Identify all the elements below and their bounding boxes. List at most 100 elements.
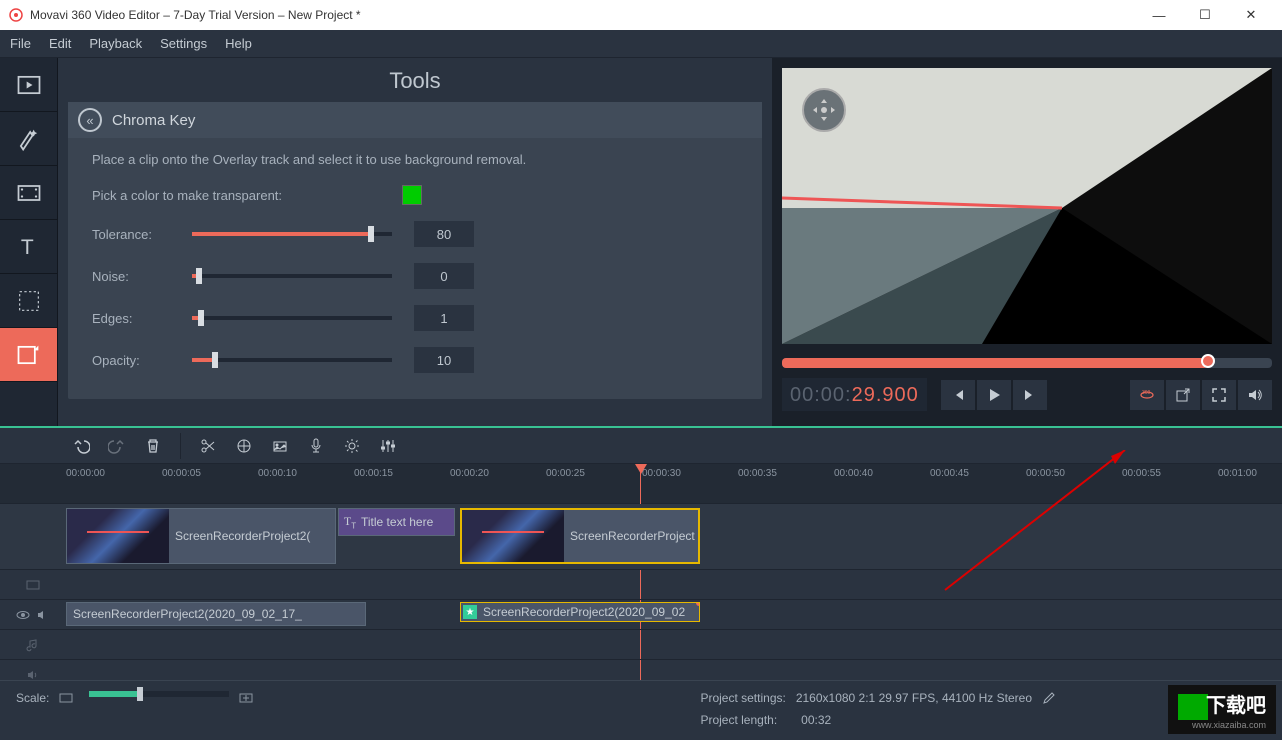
delete-button[interactable] [136,431,170,461]
menu-settings[interactable]: Settings [160,36,207,51]
tool-titles[interactable]: T [0,220,57,274]
undo-button[interactable] [64,431,98,461]
panel-name: Chroma Key [112,112,195,129]
redo-button[interactable] [100,431,134,461]
project-settings-label: Project settings: [700,691,785,705]
project-settings-value: 2160x1080 2:1 29.97 FPS, 44100 Hz Stereo [796,691,1032,705]
ruler-mark: 00:00:15 [354,468,393,479]
equalizer-button[interactable] [371,431,405,461]
noise-slider[interactable] [192,274,392,278]
menu-file[interactable]: File [10,36,31,51]
clip-properties-button[interactable] [335,431,369,461]
rotate-button[interactable] [227,431,261,461]
360-view-button[interactable]: 360 [1130,380,1164,410]
timeline-toolbar [0,426,1282,464]
overlay-clip-1[interactable]: ScreenRecorderProject2( [66,508,336,564]
ruler-mark: 00:00:40 [834,468,873,479]
timecode: 00:00:29.900 [782,378,927,411]
film-strip-icon [26,578,40,592]
app-logo-icon [8,7,24,23]
preview-panel: 00:00:29.900 360 [772,58,1282,426]
split-button[interactable] [191,431,225,461]
ruler-mark: 00:00:30 [642,468,681,479]
opacity-value[interactable]: 10 [414,347,474,373]
noise-value[interactable]: 0 [414,263,474,289]
ruler-mark: 00:00:00 [66,468,105,479]
title-clip[interactable]: TT Title text here [338,508,455,536]
ruler-mark: 00:00:55 [1122,468,1161,479]
maximize-button[interactable]: ☐ [1182,0,1228,30]
360-nav-control[interactable] [802,88,846,132]
preview-screen[interactable] [782,68,1272,344]
tolerance-label: Tolerance: [92,227,192,242]
zoom-in-icon[interactable] [239,691,255,705]
overlay-clip-2[interactable]: ★ ScreenRecorderProject [460,508,700,564]
chroma-description: Place a clip onto the Overlay track and … [92,152,738,167]
clip-label: ScreenRecorderProject [570,529,695,543]
ruler-mark: 00:00:05 [162,468,201,479]
back-button[interactable]: « [78,108,102,132]
tools-panel: Tools « Chroma Key Place a clip onto the… [58,58,772,426]
speaker-icon[interactable] [36,608,50,622]
main-audio-clip[interactable]: ★ ScreenRecorderProject2(2020_09_02 [460,602,700,622]
menu-playback[interactable]: Playback [89,36,142,51]
clip-label: ScreenRecorderProject2(2020_09_02 [483,605,685,619]
next-frame-button[interactable] [1013,380,1047,410]
tolerance-value[interactable]: 80 [414,221,474,247]
tool-stickers[interactable] [0,274,57,328]
tool-more[interactable] [0,328,57,382]
crop-button[interactable] [263,431,297,461]
svg-text:360: 360 [1142,390,1151,396]
left-tool-strip: T [0,58,58,426]
minimize-button[interactable]: — [1136,0,1182,30]
timeline-ruler[interactable]: 00:00:00 00:00:05 00:00:10 00:00:15 00:0… [0,464,1282,504]
scale-slider[interactable] [89,691,229,697]
ruler-mark: 00:00:20 [450,468,489,479]
ruler-mark: 00:00:45 [930,468,969,479]
main-video-clip[interactable]: ScreenRecorderProject2(2020_09_02_17_ [66,602,366,626]
noise-label: Noise: [92,269,192,284]
play-button[interactable] [977,380,1011,410]
popout-button[interactable] [1166,380,1200,410]
preview-scrubber[interactable] [782,358,1272,368]
edges-slider[interactable] [192,316,392,320]
menu-edit[interactable]: Edit [49,36,71,51]
clip-label: ScreenRecorderProject2(2020_09_02_17_ [73,607,302,621]
zoom-out-icon[interactable] [59,691,75,705]
svg-text:T: T [20,236,33,259]
prev-frame-button[interactable] [941,380,975,410]
edges-value[interactable]: 1 [414,305,474,331]
ruler-mark: 00:00:10 [258,468,297,479]
fullscreen-button[interactable] [1202,380,1236,410]
statusbar: Scale: Project settings: 2160x1080 2:1 2… [0,680,1282,740]
scale-label: Scale: [16,691,49,705]
color-label: Pick a color to make transparent: [92,188,402,203]
edges-label: Edges: [92,311,192,326]
ruler-mark: 00:01:00 [1218,468,1257,479]
star-icon: ★ [463,605,477,619]
ruler-mark: 00:00:25 [546,468,585,479]
tool-filters[interactable] [0,112,57,166]
opacity-label: Opacity: [92,353,192,368]
tolerance-slider[interactable] [192,232,392,236]
ruler-mark: 00:00:50 [1026,468,1065,479]
window-title: Movavi 360 Video Editor – 7-Day Trial Ve… [30,8,361,22]
tools-title: Tools [68,58,762,102]
tool-transitions[interactable] [0,166,57,220]
menu-help[interactable]: Help [225,36,252,51]
project-length-value: 00:32 [801,713,831,727]
chroma-header: « Chroma Key [68,102,762,138]
menubar: File Edit Playback Settings Help [0,30,1282,58]
close-button[interactable]: ✕ [1228,0,1274,30]
color-swatch[interactable] [402,185,422,205]
opacity-slider[interactable] [192,358,392,362]
title-icon: TT [339,514,361,530]
edit-icon[interactable] [1042,691,1056,705]
tool-media[interactable] [0,58,57,112]
volume-button[interactable] [1238,380,1272,410]
record-audio-button[interactable] [299,431,333,461]
project-length-label: Project length: [700,713,777,727]
eye-icon[interactable] [16,608,30,622]
music-icon [26,638,40,652]
titlebar: Movavi 360 Video Editor – 7-Day Trial Ve… [0,0,1282,30]
